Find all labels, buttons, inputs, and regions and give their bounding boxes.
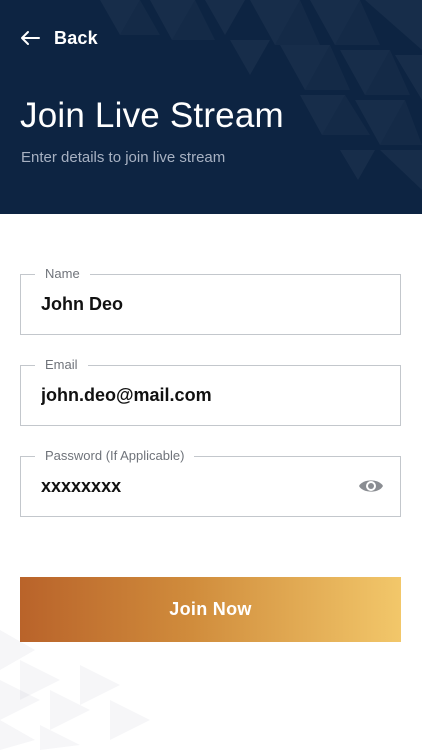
name-input[interactable] — [41, 275, 340, 334]
back-label: Back — [54, 27, 98, 48]
bottom-pattern-decoration — [0, 630, 150, 750]
name-field: Name — [20, 265, 401, 335]
email-input[interactable] — [41, 366, 340, 425]
password-field: Password (If Applicable) — [20, 447, 401, 517]
back-button[interactable]: Back — [20, 26, 98, 50]
password-input[interactable] — [41, 457, 340, 516]
header: Back Join Live Stream Enter details to j… — [0, 0, 422, 214]
arrow-left-icon — [21, 31, 40, 45]
email-field: Email — [20, 356, 401, 426]
page-subtitle: Enter details to join live stream — [21, 149, 226, 166]
eye-icon[interactable] — [358, 475, 384, 497]
page-title: Join Live Stream — [20, 96, 284, 135]
